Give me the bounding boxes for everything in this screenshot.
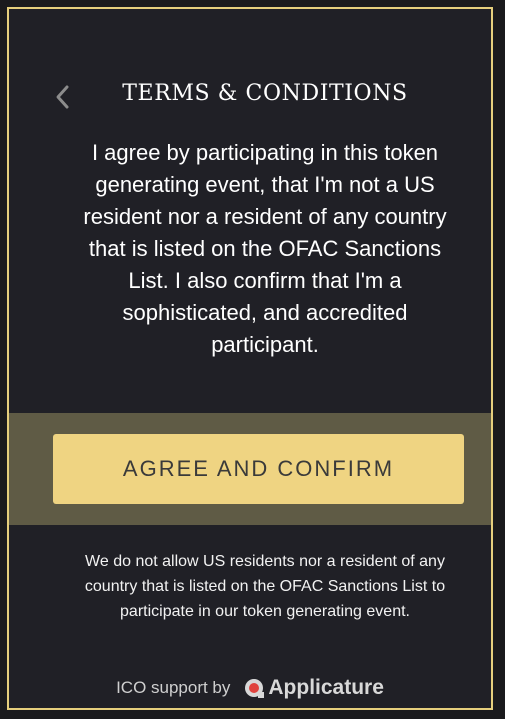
support-label: ICO support by [116,678,231,697]
residency-notice: We do not allow US residents nor a resid… [84,553,446,620]
applicature-logo-icon [245,679,265,698]
ico-support-credit: ICO support by Applicature [9,673,491,703]
agree-and-confirm-button[interactable]: AGREE AND CONFIRM [53,434,464,504]
terms-modal: TERMS & CONDITIONS I agree by participat… [7,7,493,710]
terms-text: I agree by participating in this token g… [83,140,447,357]
modal-title: TERMS & CONDITIONS [122,81,408,106]
brand-name[interactable]: Applicature [268,676,384,700]
